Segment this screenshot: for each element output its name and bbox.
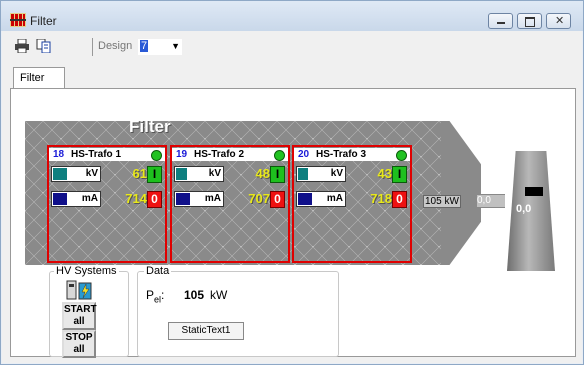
- trafo-name: HS-Trafo 1: [71, 149, 122, 160]
- pel-value: 105: [184, 288, 205, 302]
- kv-bar: [176, 168, 187, 180]
- pel-unit: kW: [210, 288, 228, 302]
- trafo-header: 18 HS-Trafo 1: [49, 148, 165, 161]
- design-select[interactable]: 7 ▼: [138, 39, 182, 55]
- kv-value: 43: [377, 166, 392, 181]
- toolbar: Design 7 ▼: [2, 31, 582, 61]
- data-group: Data Pel: 105 kW StaticText1: [137, 265, 339, 357]
- kv-bar: [298, 168, 308, 180]
- tab-filter-label: Filter: [20, 72, 45, 84]
- trafo-number: 20: [298, 149, 310, 160]
- trafo-on-button[interactable]: I: [392, 166, 407, 183]
- trafo-off-button[interactable]: 0: [270, 191, 285, 208]
- ma-value: 718: [370, 191, 392, 206]
- ma-meter: mA: [174, 191, 224, 207]
- kv-value: 61: [132, 166, 147, 181]
- kv-meter: kV: [174, 166, 224, 182]
- ma-meter: mA: [51, 191, 101, 207]
- trafo-header: 19 HS-Trafo 2: [172, 148, 288, 161]
- kv-unit: kV: [85, 168, 98, 179]
- trafo-off-button[interactable]: 0: [392, 191, 407, 208]
- ma-bar: [298, 193, 312, 205]
- app-icon: [10, 13, 26, 27]
- start-all-button[interactable]: START all: [62, 302, 97, 330]
- hv-systems-group: HV Systems START all STOP all: [49, 265, 129, 358]
- tab-filter[interactable]: Filter: [13, 67, 65, 89]
- filter-window: Filter ✕ Design 7 ▼ Filter Filter 18 HS-…: [0, 0, 584, 365]
- close-button[interactable]: ✕: [546, 13, 571, 29]
- trafo-on-button[interactable]: I: [270, 166, 285, 183]
- trafo-1: 18 HS-Trafo 1 kV 61 I mA 714 0: [47, 145, 167, 263]
- kv-bar: [53, 168, 67, 180]
- stop-all-button[interactable]: STOP all: [62, 330, 96, 358]
- close-icon: ✕: [555, 15, 565, 27]
- design-label: Design: [98, 40, 133, 52]
- design-select-value: 7: [140, 40, 149, 52]
- toolbar-separator: [92, 38, 93, 56]
- print-icon[interactable]: [14, 39, 30, 53]
- ma-bar: [53, 193, 67, 205]
- trafo-2: 19 HS-Trafo 2 kV 48 I mA 707 0: [170, 145, 290, 263]
- minimize-button[interactable]: [488, 13, 513, 29]
- total-power-readout: 105 kW: [423, 195, 461, 208]
- kv-unit: kV: [208, 168, 221, 179]
- data-legend: Data: [144, 265, 172, 277]
- ma-bar: [176, 193, 190, 205]
- chimney-readout: 0,0: [516, 203, 532, 215]
- ma-unit: mA: [326, 193, 343, 204]
- kv-meter: kV: [296, 166, 346, 182]
- window-title: Filter: [30, 14, 57, 28]
- chevron-down-icon[interactable]: ▼: [171, 41, 180, 51]
- trafo-number: 19: [176, 149, 188, 160]
- duct-readout: 0,0: [477, 195, 491, 206]
- ma-value: 714: [125, 191, 147, 206]
- filter-panel: Filter 18 HS-Trafo 1 kV 61 I mA 714 0 19…: [10, 88, 576, 358]
- tab-area: Filter Filter 18 HS-Trafo 1 kV 61 I mA 7…: [2, 61, 582, 363]
- status-led-icon: [396, 150, 407, 161]
- kv-meter: kV: [51, 166, 101, 182]
- static-text: StaticText1: [168, 322, 244, 340]
- status-led-icon: [151, 150, 162, 161]
- title-bar: Filter ✕: [1, 1, 583, 31]
- trafo-off-button[interactable]: 0: [147, 191, 162, 208]
- ma-meter: mA: [296, 191, 346, 207]
- start-all-line2: all: [73, 316, 85, 327]
- hv-systems-legend: HV Systems: [54, 265, 119, 277]
- ma-unit: mA: [204, 193, 221, 204]
- ma-unit: mA: [81, 193, 98, 204]
- maximize-button[interactable]: [517, 13, 542, 29]
- stop-all-line2: all: [73, 344, 85, 355]
- trafo-number: 18: [53, 149, 65, 160]
- start-all-line1: START: [64, 304, 97, 315]
- copy-icon[interactable]: [36, 39, 52, 53]
- maximize-icon: [525, 17, 535, 27]
- trafo-on-button[interactable]: I: [147, 166, 162, 183]
- trafo-name: HS-Trafo 3: [316, 149, 367, 160]
- minimize-icon: [497, 22, 505, 24]
- stop-all-line1: STOP: [65, 332, 93, 343]
- trafo-name: HS-Trafo 2: [194, 149, 245, 160]
- chimney-damper: [525, 187, 543, 196]
- hv-transformer-icon: [66, 280, 92, 300]
- ma-value: 707: [248, 191, 270, 206]
- pel-label: Pel:: [146, 288, 165, 305]
- filter-title: Filter: [129, 117, 171, 136]
- kv-value: 48: [255, 166, 270, 181]
- trafo-3: 20 HS-Trafo 3 kV 43 I mA 718 0: [292, 145, 412, 263]
- trafo-header: 20 HS-Trafo 3: [294, 148, 410, 161]
- kv-unit: kV: [330, 168, 343, 179]
- status-led-icon: [274, 150, 285, 161]
